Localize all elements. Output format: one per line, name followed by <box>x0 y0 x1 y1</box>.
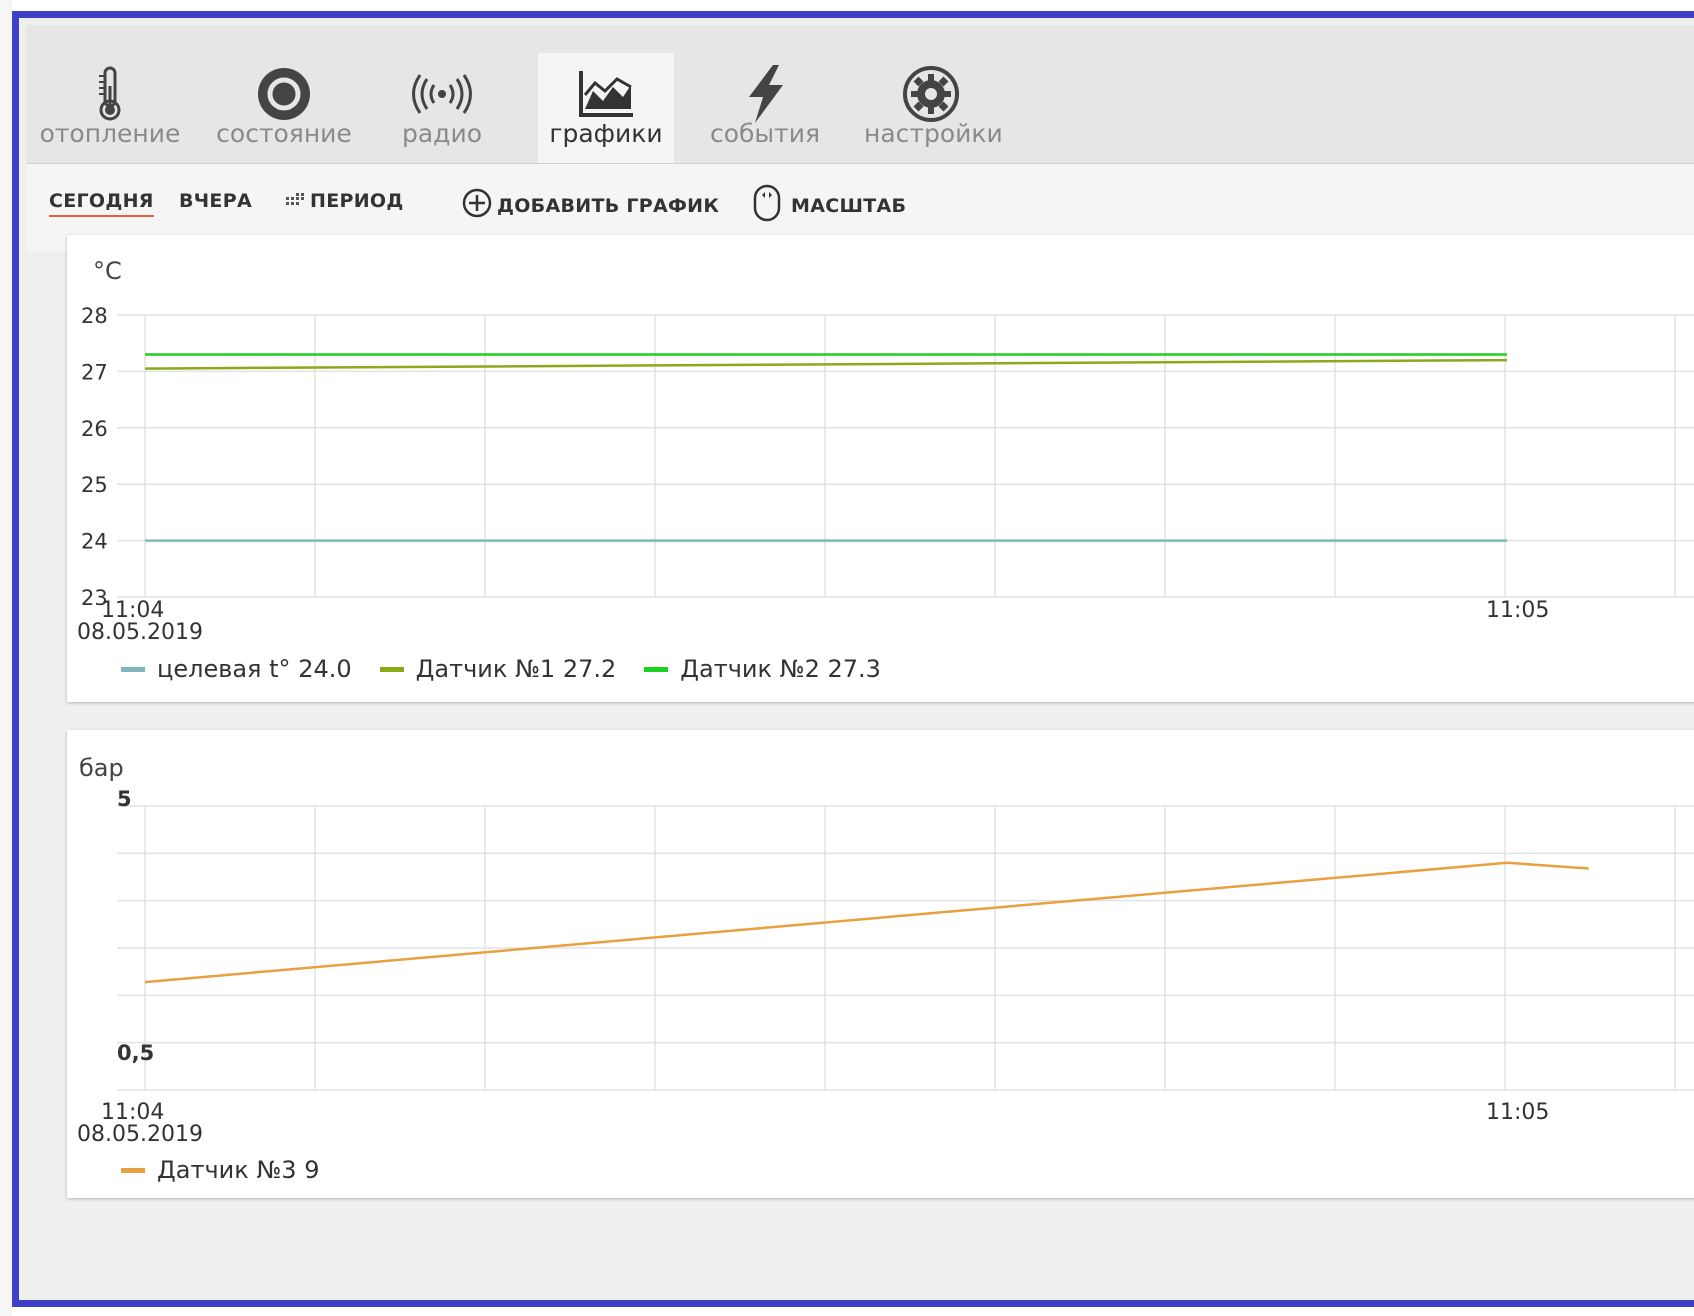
tab-label: настройки <box>864 119 1003 148</box>
legend-value: 27.2 <box>562 655 617 683</box>
y-tick-label: 26 <box>81 417 108 441</box>
pressure-chart-card: 5 0,5 бар 11:04 08.05.2019 11:05 Датчик №… <box>67 730 1694 1198</box>
legend-value: 27.3 <box>827 655 881 683</box>
legend-item-sensor-1[interactable]: Датчик №1 27.2 <box>379 655 617 683</box>
legend-swatch <box>644 666 669 672</box>
y-tick-label: 28 <box>81 304 108 328</box>
lightning-icon <box>706 61 824 127</box>
plus-circle-icon <box>462 188 492 223</box>
tab-label: графики <box>549 119 663 148</box>
legend-item-sensor-2[interactable]: Датчик №2 27.3 <box>644 655 881 683</box>
pressure-legend: Датчик №3 9 <box>121 1156 348 1184</box>
radio-waves-icon <box>392 61 492 127</box>
tab-label: отопление <box>39 119 181 148</box>
tab-charts[interactable]: графики <box>538 53 674 163</box>
tab-label: события <box>709 119 821 148</box>
legend-swatch <box>379 666 404 672</box>
tab-label: радио <box>401 119 483 148</box>
y-tick-label: 5 <box>117 787 132 811</box>
tab-heating[interactable]: отопление <box>26 53 194 163</box>
series-line <box>144 358 1508 370</box>
legend-label: Датчик №1 <box>415 655 556 683</box>
temperature-legend: целевая t° 24.0 Датчик №1 27.2 Датчик №2… <box>121 655 909 683</box>
tab-label: состояние <box>216 119 352 148</box>
legend-item-target[interactable]: целевая t° 24.0 <box>121 655 352 683</box>
top-nav: отопление состояние радио графики событи… <box>26 25 1694 164</box>
x-tick-end-time: 11:05 <box>1486 1100 1550 1125</box>
calendar-icon <box>286 190 304 212</box>
tab-radio[interactable]: радио <box>392 53 492 163</box>
thermometer-icon <box>26 61 194 127</box>
scale-button[interactable]: МАСШТАБ <box>753 184 906 227</box>
yesterday-button[interactable]: ВЧЕРА <box>179 190 252 212</box>
tab-events[interactable]: события <box>706 53 824 163</box>
temperature-chart-card: 28 27 26 25 24 23 °C 11:04 08.05.2019 11:05 ц… <box>67 235 1694 702</box>
temperature-chart: 282726252423 <box>81 304 1694 610</box>
legend-label: целевая t° <box>157 655 291 683</box>
legend-swatch <box>121 666 145 672</box>
window-edge <box>0 0 12 1316</box>
add-chart-button[interactable]: ДОБАВИТЬ ГРАФИК <box>462 188 719 223</box>
chart-icon <box>538 61 674 127</box>
y-tick-label: 25 <box>81 473 108 497</box>
today-label: СЕГОДНЯ <box>49 190 154 212</box>
period-label: ПЕРИОД <box>310 190 404 212</box>
legend-item-sensor-3[interactable]: Датчик №3 9 <box>121 1156 320 1184</box>
status-ring-icon <box>214 61 354 127</box>
legend-value: 24.0 <box>298 655 352 683</box>
gear-icon <box>864 61 998 127</box>
period-button[interactable]: ПЕРИОД <box>286 190 404 212</box>
scale-label: МАСШТАБ <box>791 194 907 217</box>
legend-label: Датчик №2 <box>680 655 820 683</box>
today-button[interactable]: СЕГОДНЯ <box>49 190 154 217</box>
legend-swatch <box>121 1167 145 1173</box>
pressure-chart: 50,5 <box>117 787 1694 1091</box>
app-frame: отопление состояние радио графики событи… <box>12 11 1694 1307</box>
temperature-unit: °C <box>93 257 122 285</box>
tab-status[interactable]: состояние <box>214 53 354 163</box>
grid <box>117 805 1694 1091</box>
mouse-icon <box>753 184 781 227</box>
x-tick-start-date: 08.05.2019 <box>77 620 203 645</box>
grid <box>117 314 1694 598</box>
x-tick-start-date: 08.05.2019 <box>77 1122 203 1147</box>
yesterday-label: ВЧЕРА <box>179 190 252 212</box>
y-tick-label: 0,5 <box>117 1041 154 1065</box>
y-tick-label: 24 <box>81 530 108 554</box>
y-tick-label: 27 <box>81 360 108 384</box>
add-chart-label: ДОБАВИТЬ ГРАФИК <box>497 194 720 217</box>
legend-value: 9 <box>304 1156 320 1184</box>
legend-label: Датчик №3 <box>157 1156 297 1184</box>
x-tick-end-time: 11:05 <box>1486 598 1550 623</box>
series-line <box>144 861 1589 984</box>
tab-settings[interactable]: настройки <box>864 53 1003 163</box>
pressure-unit: бар <box>79 754 124 782</box>
